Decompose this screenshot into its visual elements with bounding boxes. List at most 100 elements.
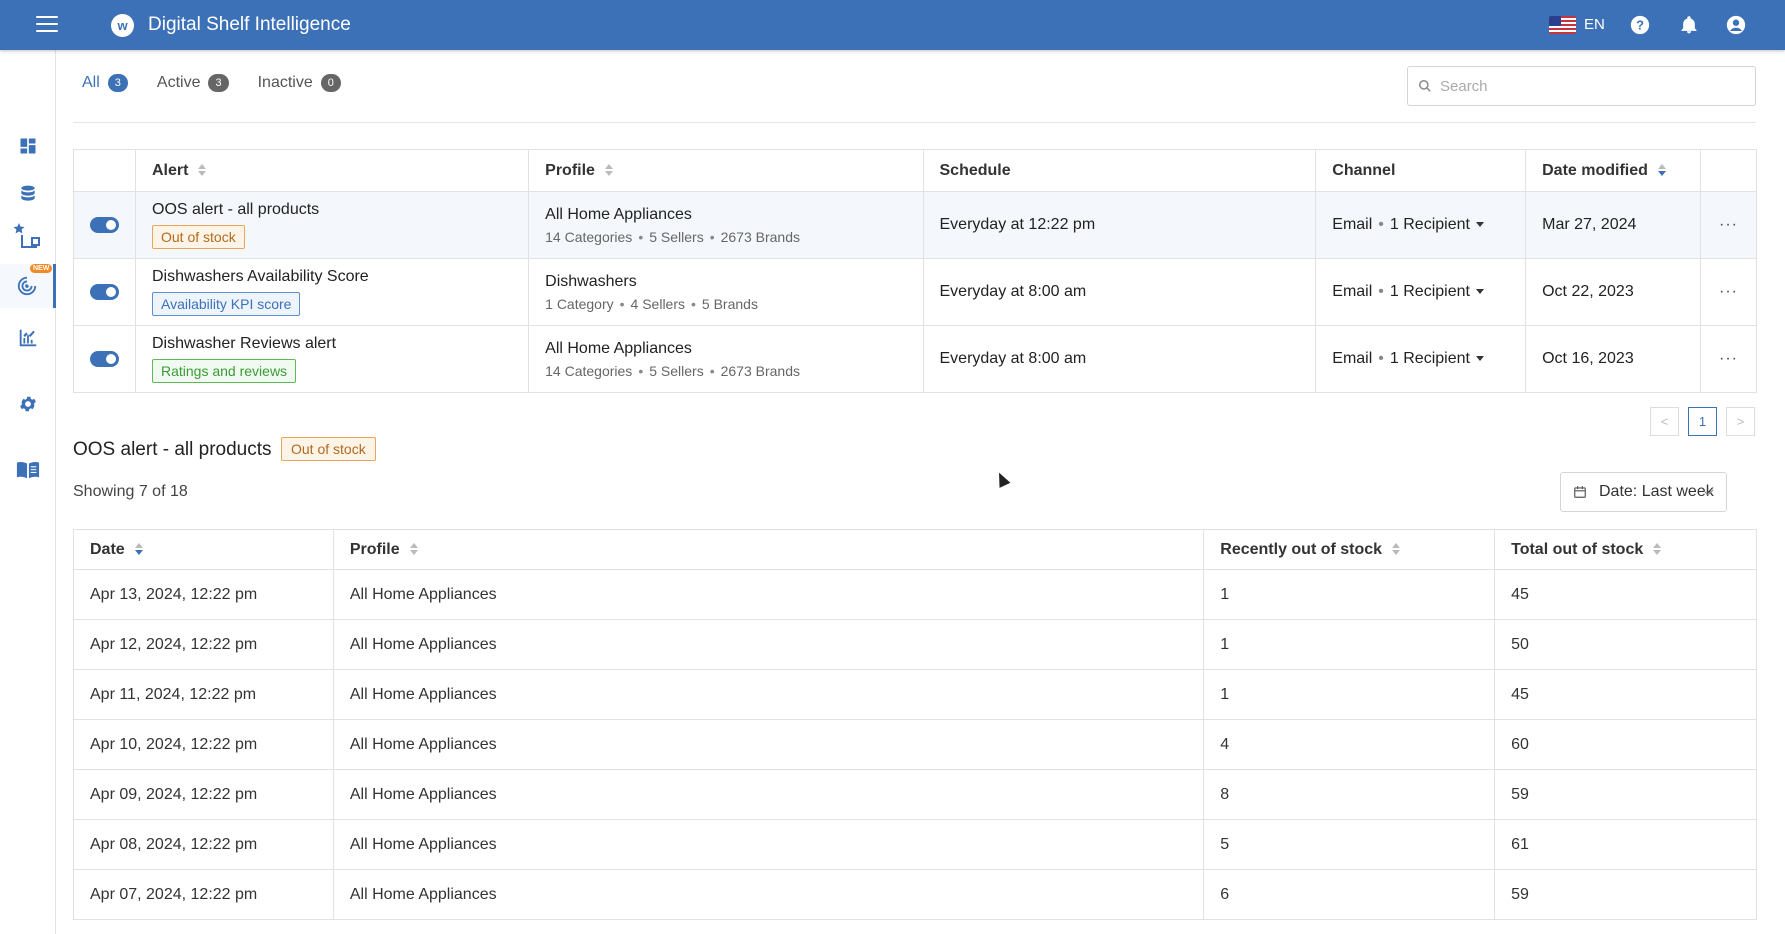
- tab-active[interactable]: Active 3: [157, 74, 229, 92]
- column-header-total-out-of-stock[interactable]: Total out of stock: [1494, 529, 1757, 570]
- alert-row[interactable]: Dishwashers Availability Score Availabili…: [73, 258, 1757, 326]
- column-header-alert[interactable]: Alert: [135, 149, 530, 192]
- sidebar-item-star-devices[interactable]: [0, 214, 56, 258]
- caret-down-icon[interactable]: [1475, 356, 1484, 362]
- tab-inactive[interactable]: Inactive 0: [258, 74, 341, 92]
- top-bar: w Digital Shelf Intelligence EN ?: [0, 0, 1785, 50]
- alert-row[interactable]: OOS alert - all products Out of stock All…: [73, 191, 1757, 259]
- star-devices-icon: [13, 223, 40, 248]
- alerts-table: Alert Profile Schedule Channel Date modi…: [73, 149, 1757, 393]
- sort-icon[interactable]: [1653, 542, 1662, 556]
- search-box: [1407, 66, 1756, 106]
- table-row[interactable]: Apr 11, 2024, 12:22 pm All Home Appliance…: [73, 669, 1757, 720]
- sidebar-item-analytics[interactable]: [0, 316, 56, 360]
- table-row[interactable]: Apr 12, 2024, 12:22 pm All Home Appliance…: [73, 619, 1757, 670]
- date-filter-dropdown[interactable]: Date: Last week: [1560, 472, 1727, 512]
- help-icon[interactable]: ?: [1629, 14, 1651, 36]
- total-oos-cell: 61: [1494, 819, 1757, 870]
- sort-icon[interactable]: [1392, 542, 1401, 556]
- profile-cell: All Home Appliances: [333, 669, 1205, 720]
- alert-enabled-toggle[interactable]: [90, 351, 119, 367]
- more-options-icon[interactable]: ···: [1700, 191, 1757, 259]
- sidebar-item-docs[interactable]: [0, 448, 56, 492]
- profile-name: All Home Appliances: [545, 205, 692, 223]
- profile-name: Dishwashers: [545, 272, 637, 290]
- total-oos-cell: 60: [1494, 719, 1757, 770]
- dashboard-icon: [20, 138, 36, 154]
- alert-type-tag: Ratings and reviews: [152, 359, 297, 383]
- status-tabs: All 3 Active 3 Inactive 0: [82, 74, 370, 92]
- column-header-profile[interactable]: Profile: [528, 149, 924, 192]
- column-header-recently-out-of-stock[interactable]: Recently out of stock: [1203, 529, 1496, 570]
- channel: Email • 1 Recipient: [1315, 258, 1527, 326]
- sort-desc-icon[interactable]: [1657, 163, 1666, 177]
- gear-icon: [20, 396, 36, 412]
- alert-name[interactable]: Dishwasher Reviews alert: [152, 335, 512, 353]
- table-row[interactable]: Apr 13, 2024, 12:22 pm All Home Appliance…: [73, 569, 1757, 620]
- next-page-button[interactable]: >: [1726, 407, 1755, 436]
- alert-name[interactable]: OOS alert - all products: [152, 201, 512, 219]
- tab-all[interactable]: All 3: [82, 74, 128, 92]
- more-options-icon[interactable]: ···: [1700, 325, 1757, 393]
- language-selector[interactable]: EN: [1584, 16, 1605, 33]
- sort-icon[interactable]: [409, 542, 418, 556]
- caret-down-icon[interactable]: [1475, 222, 1484, 228]
- us-flag-icon[interactable]: [1549, 16, 1576, 34]
- selected-alert-tag: Out of stock: [281, 437, 376, 461]
- alert-row[interactable]: Dishwasher Reviews alert Ratings and revi…: [73, 325, 1757, 393]
- column-header-profile[interactable]: Profile: [333, 529, 1205, 570]
- recipients-dropdown[interactable]: 1 Recipient: [1390, 350, 1470, 367]
- divider: [73, 122, 1756, 123]
- history-header-row: Date Profile Recently out of stock Total…: [73, 529, 1757, 570]
- page-1-button[interactable]: 1: [1688, 407, 1717, 436]
- profile-cell: All Home Appliances: [333, 769, 1205, 820]
- alert-name[interactable]: Dishwashers Availability Score: [152, 268, 512, 286]
- open-book-icon: [16, 462, 40, 479]
- sidebar-item-dashboard[interactable]: [0, 124, 56, 168]
- date-cell: Apr 13, 2024, 12:22 pm: [73, 569, 334, 620]
- sort-desc-icon[interactable]: [134, 542, 143, 556]
- recipients-dropdown[interactable]: 1 Recipient: [1390, 283, 1470, 300]
- table-row[interactable]: Apr 10, 2024, 12:22 pm All Home Appliance…: [73, 719, 1757, 770]
- more-options-icon[interactable]: ···: [1700, 258, 1757, 326]
- profile-cell: All Home Appliances: [333, 569, 1205, 620]
- mouse-cursor: [993, 470, 1011, 488]
- profile-details: 1 Category • 4 Sellers • 5 Brands: [545, 295, 758, 312]
- database-icon: [21, 185, 35, 201]
- prev-page-button[interactable]: <: [1650, 407, 1679, 436]
- toggle-column-header: [73, 149, 136, 192]
- sidebar-item-settings[interactable]: [0, 382, 56, 426]
- profile-name: All Home Appliances: [545, 339, 692, 357]
- column-header-date[interactable]: Date: [73, 529, 334, 570]
- recently-oos-cell: 1: [1203, 669, 1496, 720]
- date-modified: Mar 27, 2024: [1525, 191, 1701, 259]
- profile-details: 14 Categories • 5 Sellers • 2673 Brands: [545, 362, 800, 379]
- channel: Email • 1 Recipient: [1315, 325, 1527, 393]
- profile-cell: All Home Appliances: [333, 619, 1205, 670]
- table-row[interactable]: Apr 07, 2024, 12:22 pm All Home Appliance…: [73, 869, 1757, 920]
- account-icon[interactable]: [1725, 14, 1747, 36]
- recently-oos-cell: 4: [1203, 719, 1496, 770]
- date-filter-label: Date: Last week: [1599, 483, 1714, 500]
- app-title: Digital Shelf Intelligence: [148, 14, 351, 35]
- table-row[interactable]: Apr 08, 2024, 12:22 pm All Home Appliance…: [73, 819, 1757, 870]
- column-header-date-modified[interactable]: Date modified: [1525, 149, 1701, 192]
- sidebar-item-database[interactable]: [0, 172, 56, 216]
- notification-bell-icon[interactable]: [1678, 14, 1700, 36]
- table-row[interactable]: Apr 09, 2024, 12:22 pm All Home Appliance…: [73, 769, 1757, 820]
- channel: Email • 1 Recipient: [1315, 191, 1527, 259]
- sort-icon[interactable]: [198, 163, 207, 177]
- alert-enabled-toggle[interactable]: [90, 284, 119, 300]
- date-modified: Oct 22, 2023: [1525, 258, 1701, 326]
- caret-down-icon[interactable]: [1475, 289, 1484, 295]
- sidebar-item-alerts[interactable]: NEW: [0, 264, 56, 308]
- selected-alert-title: OOS alert - all products: [73, 439, 272, 460]
- recipients-dropdown[interactable]: 1 Recipient: [1390, 216, 1470, 233]
- menu-icon[interactable]: [36, 16, 58, 34]
- alert-enabled-toggle[interactable]: [90, 217, 119, 233]
- date-cell: Apr 10, 2024, 12:22 pm: [73, 719, 334, 770]
- search-input[interactable]: [1440, 77, 1740, 95]
- analytics-chart-icon: [19, 329, 37, 347]
- sort-icon[interactable]: [604, 163, 613, 177]
- schedule: Everyday at 8:00 am: [923, 325, 1317, 393]
